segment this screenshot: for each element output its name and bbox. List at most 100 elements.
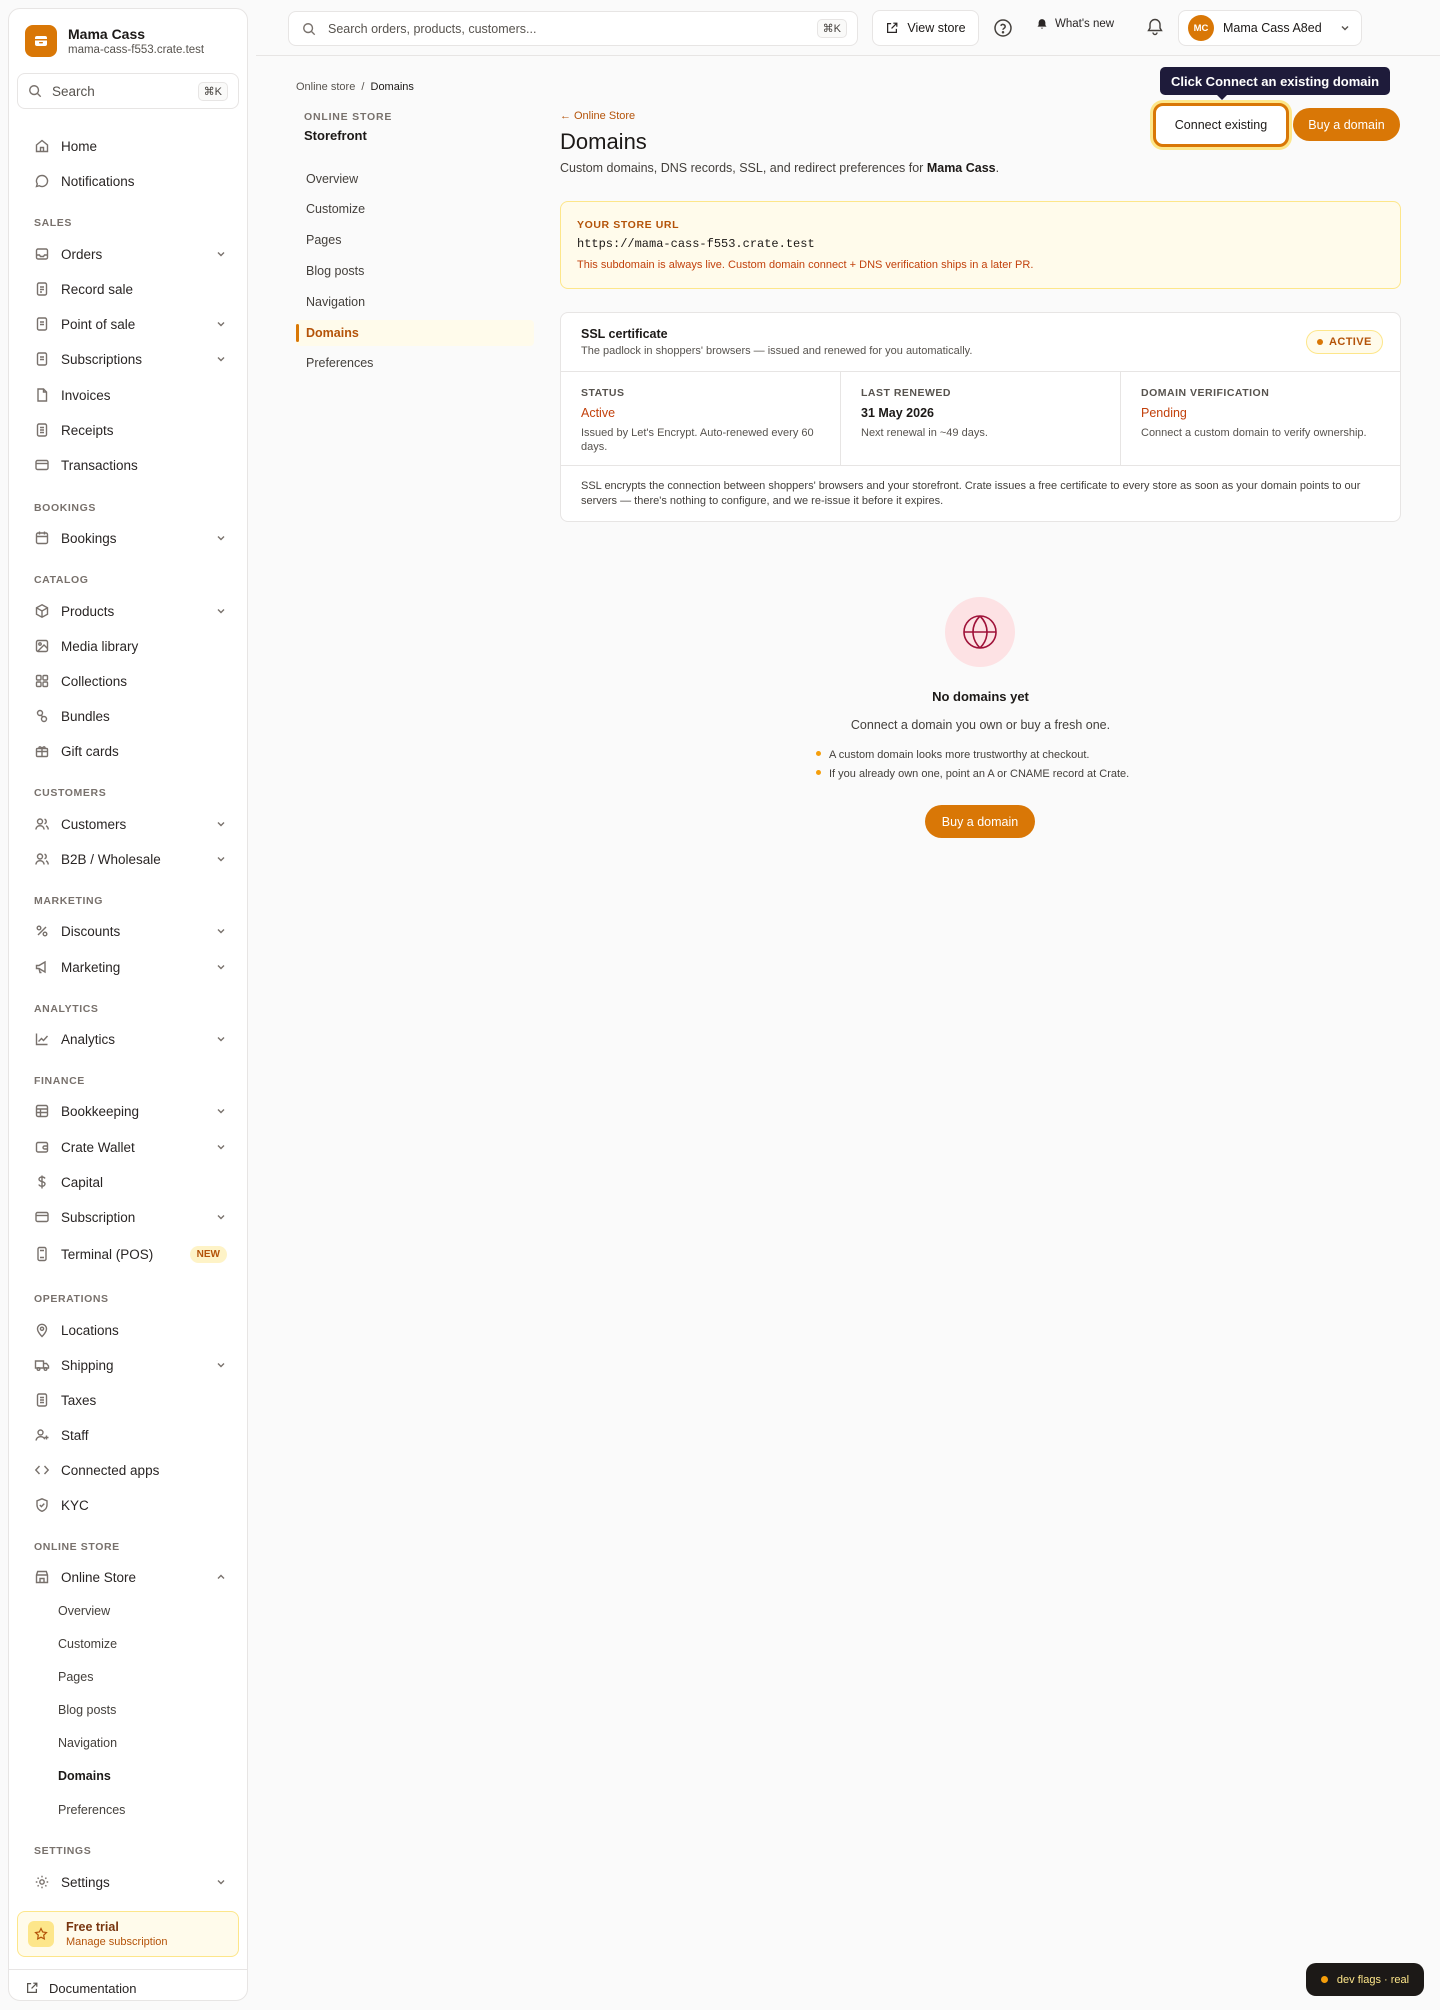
subnav-item-pages[interactable]: Pages: [296, 227, 534, 253]
trial-title: Free trial: [66, 1919, 119, 1934]
sidebar-item-point-of-sale[interactable]: Point of sale: [17, 309, 239, 339]
sidebar-subitem-navigation[interactable]: Navigation: [58, 1736, 117, 1750]
sidebar: Mama Cass mama-cass-f553.crate.test Sear…: [8, 8, 248, 2001]
sidebar-item-b2b-wholesale[interactable]: B2B / Wholesale: [17, 844, 239, 874]
bell-icon: [1147, 18, 1163, 36]
store-logo-icon: [25, 25, 57, 57]
buy-domain-button[interactable]: Buy a domain: [1293, 108, 1400, 141]
store-name: Mama Cass: [68, 25, 146, 42]
subnav-item-overview[interactable]: Overview: [296, 166, 534, 192]
sidebar-item-label: Marketing: [61, 959, 121, 975]
subnav-item-preferences[interactable]: Preferences: [296, 350, 534, 376]
chevron-up-icon: [217, 1574, 225, 1579]
sidebar-subitem-overview[interactable]: Overview: [58, 1604, 110, 1618]
sidebar-subitem-domains[interactable]: Domains: [58, 1769, 111, 1783]
breadcrumb-parent[interactable]: Online store: [296, 81, 355, 93]
dollar-icon: [38, 1175, 46, 1189]
dev-flags-button[interactable]: dev flags · real: [1306, 1963, 1424, 1996]
chevron-down-icon: [217, 822, 225, 827]
sidebar-item-settings[interactable]: Settings: [17, 1867, 239, 1897]
subnav-item-blog-posts[interactable]: Blog posts: [296, 258, 534, 284]
sidebar-item-discounts[interactable]: Discounts: [17, 916, 239, 946]
sidebar-item-transactions[interactable]: Transactions: [17, 450, 239, 480]
sidebar-item-terminal-pos[interactable]: Terminal (POS) NEW: [17, 1239, 239, 1269]
sidebar-subitem-preferences[interactable]: Preferences: [58, 1803, 125, 1817]
sidebar-item-invoices[interactable]: Invoices: [17, 380, 239, 410]
sidebar-item-label: Online Store: [61, 1569, 137, 1585]
sidebar-subitem-pages[interactable]: Pages: [58, 1670, 93, 1684]
sidebar-item-receipts[interactable]: Receipts: [17, 415, 239, 445]
sidebar-item-home[interactable]: Home: [17, 131, 239, 161]
sidebar-item-bookkeeping[interactable]: Bookkeeping: [17, 1096, 239, 1126]
subnav-item-navigation[interactable]: Navigation: [296, 289, 534, 315]
sidebar-item-staff[interactable]: Staff: [17, 1420, 239, 1450]
whats-new-button[interactable]: What's new: [1036, 18, 1114, 30]
sidebar-item-taxes[interactable]: Taxes: [17, 1385, 239, 1415]
page-description: Custom domains, DNS records, SSL, and re…: [560, 161, 999, 175]
sidebar-item-kyc[interactable]: KYC: [17, 1490, 239, 1520]
sidebar-item-media-library[interactable]: Media library: [17, 631, 239, 661]
help-button[interactable]: [991, 16, 1015, 40]
view-store-label: View store: [907, 21, 966, 35]
chevron-down-icon: [1341, 26, 1349, 31]
ssl-subtitle: The padlock in shoppers' browsers — issu…: [581, 345, 973, 357]
ssl-domain-verification-column: DOMAIN VERIFICATION Pending Connect a cu…: [1121, 372, 1400, 465]
calendar-icon: [35, 531, 49, 545]
manage-subscription-link[interactable]: Manage subscription: [66, 1935, 168, 1949]
page-description-store: Mama Cass: [926, 161, 996, 175]
percent-icon: [36, 925, 48, 937]
sidebar-item-bundles[interactable]: Bundles: [17, 701, 239, 731]
sidebar-item-orders[interactable]: Orders: [17, 239, 239, 269]
column-value: Active: [581, 406, 616, 420]
gear-icon: [35, 1875, 49, 1889]
sidebar-item-locations[interactable]: Locations: [17, 1315, 239, 1345]
chevron-down-icon: [217, 965, 225, 970]
sidebar-search[interactable]: Search ⌘K: [17, 73, 239, 109]
sidebar-item-collections[interactable]: Collections: [17, 666, 239, 696]
sidebar-item-online-store[interactable]: Online Store: [17, 1562, 239, 1592]
view-store-button[interactable]: View store: [872, 10, 979, 46]
column-label: DOMAIN VERIFICATION: [1141, 387, 1270, 399]
notifications-button[interactable]: [1145, 17, 1165, 37]
connect-existing-button[interactable]: Connect existing: [1153, 103, 1289, 147]
sidebar-item-record-sale[interactable]: Record sale: [17, 274, 239, 304]
top-bar: Search orders, products, customers... ⌘K…: [256, 0, 1440, 56]
back-to-online-store-link[interactable]: ← Online Store: [560, 110, 635, 122]
sidebar-item-shipping[interactable]: Shipping: [17, 1350, 239, 1380]
tooltip: Click Connect an existing domain: [1160, 67, 1391, 100]
brand[interactable]: Mama Cass mama-cass-f553.crate.test: [25, 25, 204, 57]
sidebar-item-connected-apps[interactable]: Connected apps: [17, 1455, 239, 1485]
sidebar-item-subscriptions[interactable]: Subscriptions: [17, 344, 239, 374]
sidebar-item-crate-wallet[interactable]: Crate Wallet: [17, 1132, 239, 1162]
map-pin-icon: [36, 1323, 48, 1338]
empty-state-buy-domain-button[interactable]: Buy a domain: [925, 805, 1035, 838]
documentation-link[interactable]: Documentation: [25, 1975, 136, 2001]
global-search-input[interactable]: Search orders, products, customers... ⌘K: [288, 11, 858, 46]
sidebar-item-notifications[interactable]: Notifications: [17, 166, 239, 196]
sidebar-item-subscription[interactable]: Subscription: [17, 1202, 239, 1232]
sidebar-item-marketing[interactable]: Marketing: [17, 952, 239, 982]
sidebar-item-bookings[interactable]: Bookings: [17, 523, 239, 553]
page-description-text: Custom domains, DNS records, SSL, and re…: [560, 161, 927, 175]
sidebar-item-gift-cards[interactable]: Gift cards: [17, 736, 239, 766]
sidebar-item-customers[interactable]: Customers: [17, 809, 239, 839]
sidebar-item-capital[interactable]: Capital: [17, 1167, 239, 1197]
message-icon: [35, 174, 49, 188]
account-menu[interactable]: MC Mama Cass A8ed: [1178, 10, 1362, 46]
sidebar-item-label: Transactions: [61, 457, 138, 473]
sidebar-item-label: Point of sale: [61, 316, 136, 332]
gift-icon: [35, 746, 49, 758]
section-label: CATALOG: [34, 574, 89, 586]
column-note: Connect a custom domain to verify owners…: [1141, 427, 1367, 439]
sidebar-item-label: Record sale: [61, 281, 134, 297]
free-trial-card[interactable]: Free trial Manage subscription: [17, 1911, 239, 1957]
subnav-item-domains[interactable]: Domains: [296, 320, 534, 346]
sidebar-item-analytics[interactable]: Analytics: [17, 1024, 239, 1054]
sidebar-subitem-blog-posts[interactable]: Blog posts: [58, 1703, 116, 1717]
empty-state-title: No domains yet: [932, 689, 1029, 704]
new-badge: NEW: [189, 1245, 227, 1263]
sidebar-subitem-customize[interactable]: Customize: [58, 1637, 117, 1651]
arrow-left-icon: ←: [560, 110, 571, 122]
sidebar-item-products[interactable]: Products: [17, 596, 239, 626]
subnav-item-customize[interactable]: Customize: [296, 196, 534, 222]
